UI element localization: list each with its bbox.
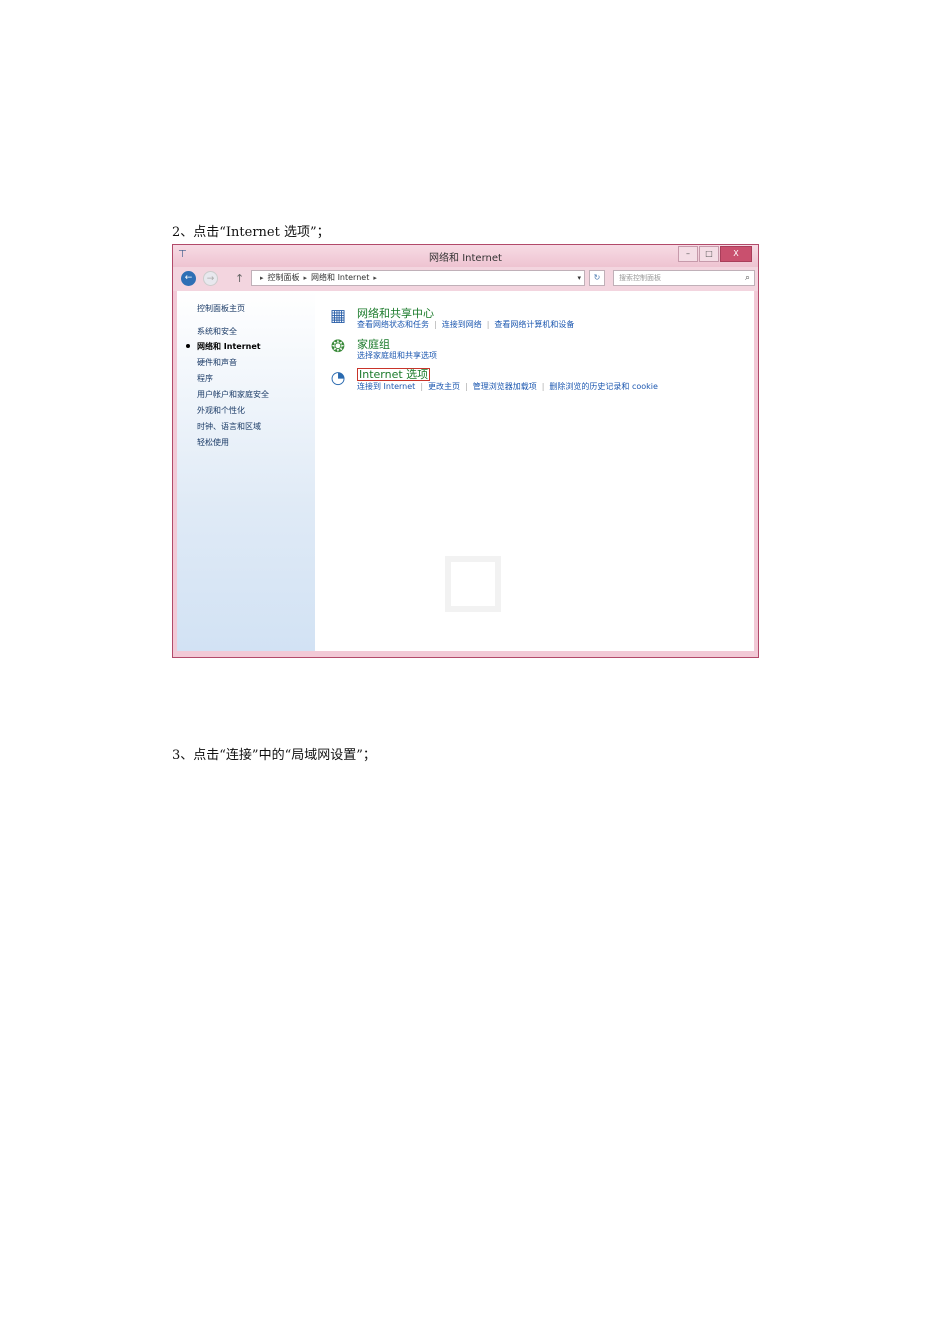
sidebar: 控制面板主页 系统和安全 网络和 Internet 硬件和声音 程序 用户帐户和… [177,291,315,653]
link-connect-internet[interactable]: 连接到 Internet [357,382,415,391]
search-input[interactable]: 搜索控制面板 ⌕ [613,270,755,286]
link-view-network-computers[interactable]: 查看网络计算机和设备 [494,320,574,329]
search-placeholder: 搜索控制面板 [619,274,661,282]
refresh-button[interactable]: ↻ [589,270,605,286]
active-bullet-icon [186,344,190,348]
link-connect-network[interactable]: 连接到网络 [442,320,482,329]
back-button[interactable]: ← [181,271,196,286]
network-sharing-icon[interactable]: ▦ [327,305,349,327]
link-homegroup-options[interactable]: 选择家庭组和共享选项 [357,351,437,360]
internet-options-icon[interactable]: ◔ [327,367,349,389]
link-manage-addons[interactable]: 管理浏览器加载项 [473,382,537,391]
minimize-button[interactable]: – [678,246,698,262]
sidebar-item-programs[interactable]: 程序 [197,373,213,384]
sidebar-item-system-security[interactable]: 系统和安全 [197,326,237,337]
category-links: 查看网络状态和任务 | 连接到网络 | 查看网络计算机和设备 [357,320,575,329]
sidebar-item-ease-of-access[interactable]: 轻松使用 [197,437,229,448]
sidebar-item-home[interactable]: 控制面板主页 [197,303,245,314]
sidebar-item-network-internet[interactable]: 网络和 Internet [197,341,261,352]
breadcrumb-network-internet[interactable]: 网络和 Internet [311,273,369,282]
breadcrumb-separator: ▸ [260,274,264,282]
control-panel-window-screenshot: ⊤ 网络和 Internet – □ X ← → ↑ ▸ 控制面板 ▸ 网络和 Int… [172,244,759,658]
up-arrow-icon[interactable]: ↑ [235,272,244,285]
search-icon[interactable]: ⌕ [745,271,750,285]
forward-button[interactable]: → [203,271,218,286]
chevron-down-icon[interactable]: ▾ [577,271,581,285]
step-2-instruction: 2、点击“Internet 选项”； [172,225,330,240]
category-links: 选择家庭组和共享选项 [357,350,437,361]
watermark-logo [445,556,705,616]
link-change-homepage[interactable]: 更改主页 [428,382,460,391]
close-button[interactable]: X [720,246,752,262]
step-3-instruction: 3、点击“连接”中的“局域网设置”； [172,748,376,763]
address-bar: ← → ↑ ▸ 控制面板 ▸ 网络和 Internet ▸ ▾ ↻ 搜索控制面板 ⌕ [173,267,758,291]
sidebar-item-appearance[interactable]: 外观和个性化 [197,405,245,416]
window-title: 网络和 Internet [429,253,502,264]
window-buttons: – □ X [678,246,752,262]
breadcrumb-separator: ▸ [303,274,308,282]
title-bar: ⊤ 网络和 Internet – □ X [173,245,758,267]
category-links: 连接到 Internet | 更改主页 | 管理浏览器加载项 | 删除浏览的历史记录和 co… [357,382,658,391]
link-delete-history[interactable]: 删除浏览的历史记录和 cookie [549,382,658,391]
content-pane: ▦ 网络和共享中心 查看网络状态和任务 | 连接到网络 | 查看网络计算机和设备 ❂ 家… [315,291,754,653]
sidebar-item-user-accounts[interactable]: 用户帐户和家庭安全 [197,389,269,400]
internet-options-heading[interactable]: Internet 选项 [357,368,431,381]
address-field[interactable]: ▸ 控制面板 ▸ 网络和 Internet ▸ ▾ [251,270,585,286]
maximize-button[interactable]: □ [699,246,719,262]
watermark-z-icon [445,556,501,612]
link-view-network-status[interactable]: 查看网络状态和任务 [357,320,429,329]
sidebar-item-clock-language[interactable]: 时钟、语言和区域 [197,421,261,432]
homegroup-icon[interactable]: ❂ [327,336,349,358]
window-bottom-border [173,651,758,657]
breadcrumb-control-panel[interactable]: 控制面板 [268,273,300,282]
breadcrumb-separator: ▸ [373,274,377,282]
sidebar-item-hardware-sound[interactable]: 硬件和声音 [197,357,237,368]
